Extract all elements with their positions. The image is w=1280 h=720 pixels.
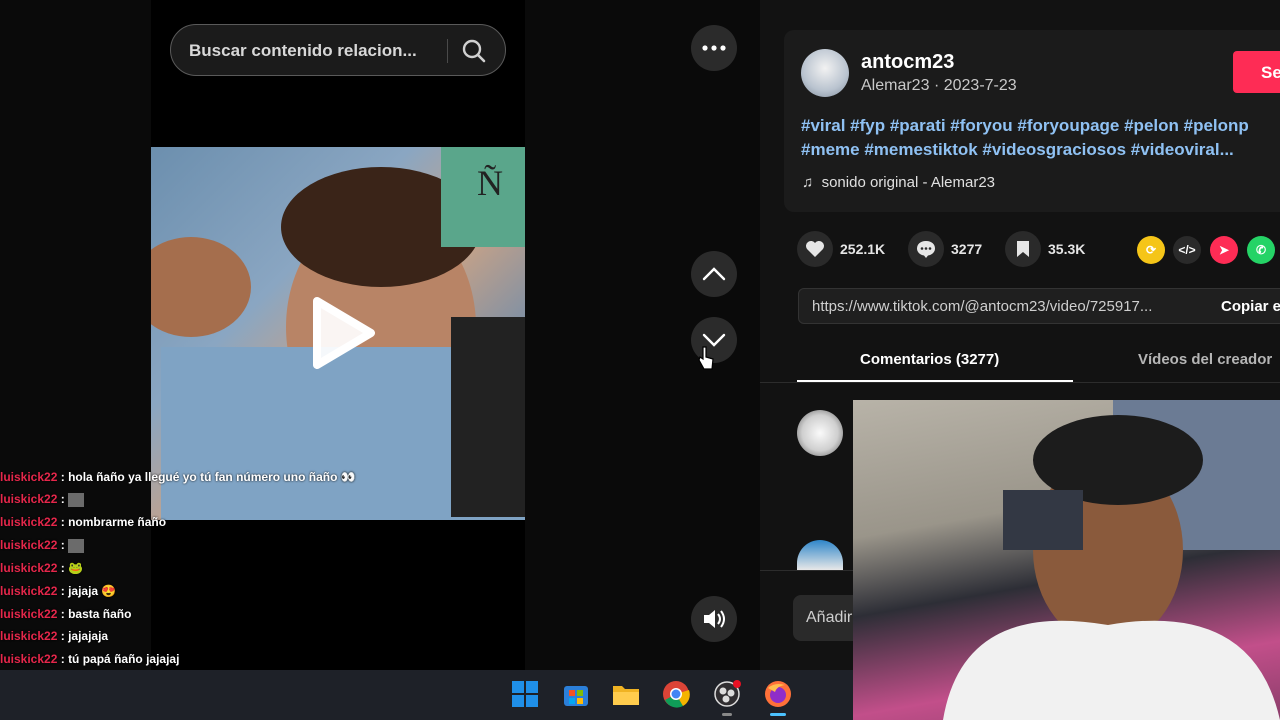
chrome-icon[interactable] <box>661 680 691 708</box>
more-options-button[interactable] <box>691 25 737 71</box>
emote-icon <box>68 492 85 507</box>
previous-video-button[interactable] <box>691 251 737 297</box>
music-title: sonido original - Alemar23 <box>821 174 996 191</box>
hashtags-line-2[interactable]: #meme #memestiktok #videosgraciosos #vid… <box>801 140 1234 160</box>
windows-start-icon[interactable] <box>510 680 540 708</box>
nickname: Alemar23 <box>861 77 930 94</box>
embed-icon[interactable]: </> <box>1173 236 1201 264</box>
author-subtitle: Alemar23 · 2023-7-23 <box>861 77 1017 95</box>
comment-input-divider <box>760 570 853 571</box>
chat-message: luiskick22 : tú papá ñaño jajajaj <box>0 652 180 666</box>
comment-icon <box>917 241 935 258</box>
chat-message: luiskick22 : 🐸 <box>0 561 84 575</box>
comment-input-placeholder: Añadir <box>806 609 853 626</box>
chat-message: luiskick22 : <box>0 488 85 510</box>
chat-message: luiskick22 : basta ñaño <box>0 607 132 621</box>
follow-label: Se <box>1261 63 1280 82</box>
obs-icon[interactable] <box>712 680 742 708</box>
taskbar-running-indicator <box>722 713 732 716</box>
chevron-up-icon <box>702 267 726 281</box>
like-button[interactable] <box>797 231 833 267</box>
music-note-icon: ♫ <box>802 174 814 191</box>
comments-count: 3277 <box>951 241 983 257</box>
save-button[interactable] <box>1005 231 1041 267</box>
emote-icon <box>68 538 85 553</box>
taskbar-active-indicator <box>770 713 786 716</box>
svg-text:Ñ: Ñ <box>477 163 503 203</box>
send-icon[interactable]: ➤ <box>1210 236 1238 264</box>
search-divider <box>447 39 448 63</box>
search-bar[interactable]: Buscar contenido relacion... <box>170 24 506 76</box>
hand-cursor-icon <box>698 346 714 370</box>
volume-icon <box>704 610 725 628</box>
webcam-overlay <box>853 400 1280 720</box>
chat-message: luiskick22 : <box>0 534 85 556</box>
microsoft-store-icon[interactable] <box>561 680 591 708</box>
follow-button[interactable]: Se <box>1233 51 1280 93</box>
tab-comments[interactable]: Comentarios (3277) <box>860 351 999 368</box>
avatar[interactable] <box>801 49 849 97</box>
volume-button[interactable] <box>691 596 737 642</box>
saves-count: 35.3K <box>1048 241 1086 257</box>
link-box: https://www.tiktok.com/@antocm23/video/7… <box>798 288 1280 324</box>
heart-icon <box>806 241 824 257</box>
repost-icon[interactable]: ⟳ <box>1137 236 1165 264</box>
chat-message: luiskick22 : hola ñaño ya llegué yo tú f… <box>0 470 356 484</box>
hashtags-line-1[interactable]: #viral #fyp #parati #foryou #foryoupage … <box>801 116 1249 136</box>
commenter-avatar[interactable] <box>797 410 843 456</box>
tabs-divider <box>760 382 1280 383</box>
video-player[interactable]: Ñ <box>151 147 525 520</box>
video-url[interactable]: https://www.tiktok.com/@antocm23/video/7… <box>812 298 1152 315</box>
author-name[interactable]: antocm23 <box>861 51 954 74</box>
search-icon[interactable] <box>461 38 487 69</box>
file-explorer-icon[interactable] <box>611 680 641 708</box>
comment-button[interactable] <box>908 231 944 267</box>
play-icon[interactable] <box>311 297 375 374</box>
chat-message: luiskick22 : nombrarme ñaño <box>0 515 167 529</box>
chat-message: luiskick22 : jajaja 😍 <box>0 584 117 598</box>
tab-creator-videos[interactable]: Vídeos del creador <box>1138 351 1272 368</box>
more-icon <box>702 45 726 51</box>
firefox-icon[interactable] <box>763 680 793 708</box>
bookmark-icon <box>1017 241 1029 257</box>
copy-link-button[interactable]: Copiar e <box>1221 298 1280 315</box>
search-input[interactable]: Buscar contenido relacion... <box>189 41 417 61</box>
dot-separator: · <box>933 77 944 94</box>
webcam-frame <box>943 400 1280 720</box>
likes-count: 252.1K <box>840 241 886 257</box>
chat-message: luiskick22 : jajajaja <box>0 629 109 643</box>
post-date: 2023-7-23 <box>943 77 1017 94</box>
whatsapp-icon[interactable]: ✆ <box>1247 236 1275 264</box>
music-info[interactable]: ♫ sonido original - Alemar23 <box>802 174 995 191</box>
